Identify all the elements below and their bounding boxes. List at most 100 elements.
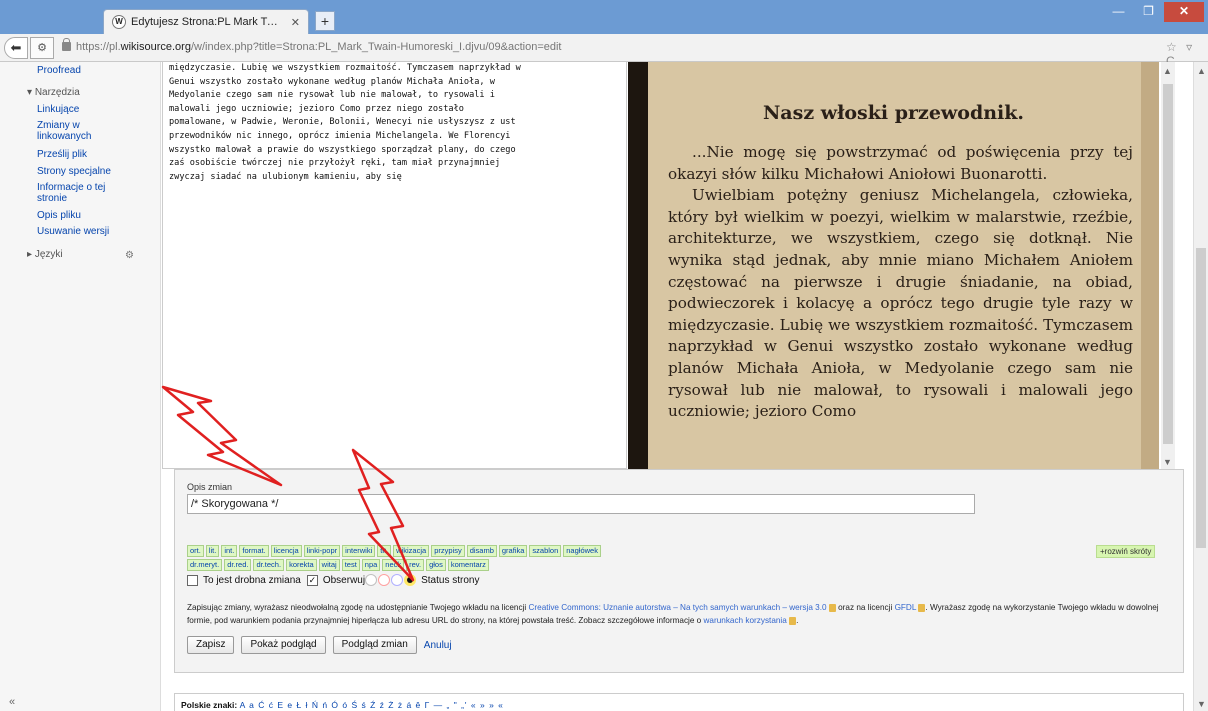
show-changes-button[interactable]: Podgląd zmian: [332, 636, 417, 654]
summary-tag[interactable]: witaj: [318, 559, 340, 571]
summary-tag[interactable]: tłt.: [377, 545, 392, 557]
url-bar[interactable]: https://pl.wikisource.org/w/index.php?ti…: [76, 41, 562, 53]
special-characters-list[interactable]: A a Ć ć E e Ł ł Ń ń Ó ó Ś ś Ź ź Ż ż á ê …: [240, 700, 504, 710]
lock-icon: [62, 38, 71, 51]
summary-tag[interactable]: przypisy: [431, 545, 465, 557]
summary-label: Opis zmian: [187, 482, 233, 492]
collapse-sidebar-icon[interactable]: «: [9, 696, 15, 708]
browser-tab[interactable]: W Edytujesz Strona:PL Mark Twain-Humor..…: [103, 9, 309, 34]
url-path: /w/index.php?title=Strona:PL_Mark_Twain-…: [190, 41, 562, 53]
edit-options-panel: Opis zmian ort.lit.int.format.licencjali…: [174, 469, 1184, 673]
summary-tag[interactable]: lit.: [205, 545, 220, 557]
summary-tag[interactable]: dr.tech.: [253, 559, 285, 571]
sidebar-item-page-info[interactable]: Informacje o tej stronie: [37, 182, 122, 204]
summary-tag[interactable]: licencja: [270, 545, 302, 557]
main-content: międzyczasie. Lubię we wszystkiem rozmai…: [160, 62, 1193, 711]
wikisource-favicon-icon: W: [112, 15, 126, 29]
preview-button[interactable]: Pokaż podgląd: [241, 636, 326, 654]
scrollbar-thumb[interactable]: [1163, 84, 1173, 444]
edit-options-row: To jest drobna zmiana ✓ Obserwuj Status …: [187, 573, 479, 587]
summary-tag[interactable]: dr.meryt.: [187, 559, 223, 571]
scan-text: ...Nie mogę się powstrzymać od poświęcen…: [668, 142, 1133, 423]
editor-scrollbar[interactable]: ▲ ▼: [1161, 62, 1175, 469]
scroll-down-icon[interactable]: ▼: [1197, 699, 1206, 709]
scroll-down-icon[interactable]: ▼: [1163, 457, 1172, 467]
license-text: Zapisując zmiany, wyrażasz nieodwołalną …: [187, 603, 529, 612]
scan-title: Nasz włoski przewodnik.: [762, 102, 1025, 124]
sidebar-item-zmiany[interactable]: Zmiany w linkowanych: [37, 120, 117, 142]
summary-tag[interactable]: nagłówek: [563, 545, 601, 557]
summary-tag[interactable]: format.: [239, 545, 269, 557]
minimize-window-button[interactable]: —: [1105, 2, 1132, 22]
summary-tags: ort. lit. int. format. licencja linki-popr int…: [187, 544, 747, 572]
sidebar-item-revision-delete[interactable]: Usuwanie wersji: [37, 226, 157, 237]
summary-tag[interactable]: interwiki: [342, 545, 376, 557]
cc-license-link[interactable]: Creative Commons: Uznanie autorstwa – Na…: [529, 603, 827, 612]
summary-tag[interactable]: dr.red.: [224, 559, 252, 571]
lock-icon: [828, 603, 836, 612]
tools-heading[interactable]: ▾ Narzędzia: [27, 87, 80, 98]
summary-tag[interactable]: linki-popr: [303, 545, 341, 557]
summary-tag[interactable]: wikizacja: [393, 545, 430, 557]
url-prefix: https://pl.: [76, 41, 121, 53]
summary-tag[interactable]: test: [341, 559, 360, 571]
watch-checkbox[interactable]: ✓: [306, 574, 318, 586]
close-tab-icon[interactable]: ✕: [291, 16, 300, 29]
sidebar-item-linkujace[interactable]: Linkujące: [37, 104, 157, 115]
sidebar-item-file-description[interactable]: Opis pliku: [37, 210, 157, 221]
summary-tag[interactable]: disamb: [466, 545, 497, 557]
cancel-link[interactable]: Anuluj: [424, 640, 452, 651]
summary-tag[interactable]: npa: [361, 559, 381, 571]
edit-buttons: Zapisz Pokaż podgląd Podgląd zmian Anulu…: [187, 636, 452, 654]
summary-tag[interactable]: szablon: [529, 545, 562, 557]
close-window-button[interactable]: ✕: [1164, 2, 1204, 22]
back-button[interactable]: ⬅: [4, 37, 28, 59]
minor-edit-label: To jest drobna zmiana: [203, 574, 301, 586]
scroll-up-icon[interactable]: ▲: [1163, 66, 1172, 76]
summary-tag[interactable]: ort.: [187, 545, 204, 557]
chevron-right-icon: ▸: [27, 249, 35, 260]
summary-tag[interactable]: neck: [382, 559, 405, 571]
license-notice: Zapisując zmiany, wyrażasz nieodwołalną …: [187, 601, 1177, 627]
sidebar-item-upload[interactable]: Prześlij plik: [37, 149, 157, 160]
sidebar-item-special-pages[interactable]: Strony specjalne: [37, 166, 157, 177]
chevron-down-icon: ▾: [27, 87, 35, 98]
status-radio-without-text[interactable]: [365, 574, 378, 586]
languages-heading[interactable]: ▸ Języki: [27, 249, 63, 260]
summary-tag[interactable]: grafika: [498, 545, 528, 557]
license-text: .: [796, 616, 799, 625]
watch-label: Obserwuj: [322, 574, 366, 586]
scrollbar-thumb[interactable]: [1196, 248, 1206, 548]
page-scrollbar[interactable]: ▲ ▼: [1193, 62, 1208, 711]
status-radio-not-proofread[interactable]: [391, 574, 404, 586]
maximize-window-button[interactable]: ❐: [1135, 2, 1162, 22]
summary-tag[interactable]: komentarz: [447, 559, 489, 571]
status-radio-proofread[interactable]: [404, 574, 417, 586]
wikitext-editor[interactable]: międzyczasie. Lubię we wszystkiem rozmai…: [162, 62, 627, 469]
site-identity-icon[interactable]: ⚙: [30, 37, 54, 59]
status-radio-problematic[interactable]: [378, 574, 391, 586]
special-characters-label: Polskie znaki:: [181, 700, 238, 710]
sidebar-item-proofread[interactable]: Proofread: [37, 65, 157, 76]
scan-paragraph: ...Nie mogę się powstrzymać od poświęcen…: [668, 143, 1133, 183]
page-scan-image: Nasz włoski przewodnik. ...Nie mogę się …: [628, 62, 1159, 469]
gear-icon[interactable]: ⚙: [125, 250, 134, 261]
sidebar: Proofread ▾ Narzędzia Linkujące Zmiany w…: [0, 62, 160, 711]
summary-tag[interactable]: rev.: [406, 559, 425, 571]
scroll-up-icon[interactable]: ▲: [1197, 66, 1206, 76]
summary-tag[interactable]: głos: [426, 559, 446, 571]
summary-tag[interactable]: int.: [221, 545, 238, 557]
browser-navbar: ⬅ ⚙ https://pl.wikisource.org/w/index.ph…: [0, 34, 1208, 68]
minor-edit-checkbox[interactable]: [187, 574, 198, 586]
summary-tag[interactable]: korekta: [286, 559, 317, 571]
new-tab-button[interactable]: +: [315, 11, 335, 31]
terms-of-use-link[interactable]: warunkach korzystania: [704, 616, 787, 625]
summary-input[interactable]: [187, 494, 975, 514]
save-button[interactable]: Zapisz: [187, 636, 235, 654]
browser-titlebar: W Edytujesz Strona:PL Mark Twain-Humor..…: [0, 0, 1208, 34]
gfdl-link[interactable]: GFDL: [895, 603, 917, 612]
url-host: wikisource.org: [120, 41, 191, 53]
license-text: oraz na licencji: [835, 603, 895, 612]
expand-shortcuts-button[interactable]: +rozwiń skróty: [1096, 545, 1156, 558]
special-characters-box: Polskie znaki: A a Ć ć E e Ł ł Ń ń Ó ó Ś…: [174, 693, 1184, 711]
